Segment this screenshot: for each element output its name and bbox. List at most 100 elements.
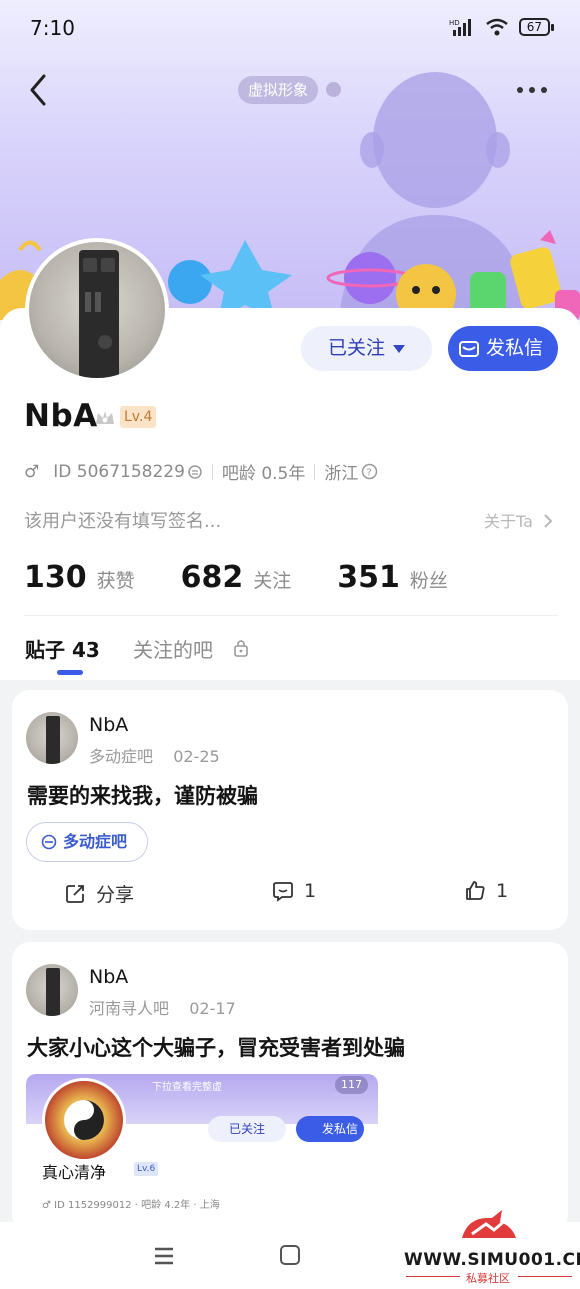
battery-indicator: 67 bbox=[518, 18, 555, 36]
author-name[interactable]: NbA bbox=[89, 966, 128, 988]
author-avatar[interactable] bbox=[26, 712, 78, 764]
tab-posts-count: 43 bbox=[71, 638, 100, 662]
post-actions: 分享 1 1 bbox=[12, 880, 568, 910]
location: 浙江 bbox=[324, 464, 359, 484]
embedded-meta: ♂ ID 1152999012 · 吧龄 4.2年 · 上海 bbox=[42, 1200, 220, 1211]
author-name[interactable]: NbA bbox=[89, 714, 128, 736]
send-message-button[interactable]: 发私信 bbox=[448, 326, 558, 371]
chevron-down-icon bbox=[393, 344, 405, 353]
following-label[interactable]: 关注 bbox=[253, 566, 291, 593]
more-options-icon[interactable] bbox=[516, 85, 548, 95]
divider bbox=[314, 463, 316, 480]
embedded-message-button: 发私信 bbox=[296, 1116, 364, 1142]
post-date: 02-25 bbox=[173, 747, 220, 766]
post-card[interactable]: NbA 多动症吧 02-25 需要的来找我，谨防被骗 多动症吧 分享 1 1 bbox=[12, 690, 568, 930]
user-avatar[interactable] bbox=[25, 238, 169, 382]
embedded-level: Lv.6 bbox=[134, 1162, 159, 1176]
clock: 7:10 bbox=[30, 16, 75, 40]
help-icon[interactable]: ? bbox=[361, 463, 378, 480]
tab-posts[interactable]: 贴子 43 bbox=[25, 634, 100, 663]
tab-posts-label: 贴子 bbox=[25, 638, 65, 662]
account-age: 吧龄 0.5年 bbox=[221, 464, 306, 484]
thumbs-up-icon bbox=[466, 881, 485, 900]
avatar-device-image bbox=[46, 968, 60, 1016]
avatar-device-image bbox=[46, 716, 60, 764]
status-icons: HD 67 bbox=[449, 18, 555, 36]
male-gender-icon: ♂ bbox=[24, 461, 40, 482]
forum-tag[interactable]: 多动症吧 bbox=[26, 822, 149, 862]
share-label: 分享 bbox=[96, 884, 135, 906]
followed-button[interactable]: 已关注 bbox=[301, 326, 432, 371]
yin-yang-icon bbox=[64, 1100, 104, 1140]
home-icon[interactable] bbox=[280, 1245, 300, 1265]
copy-icon[interactable] bbox=[187, 464, 203, 480]
embedded-age: 吧龄 4.2年 bbox=[141, 1200, 191, 1211]
like-count: 1 bbox=[496, 880, 509, 902]
comment-button[interactable]: 1 bbox=[272, 880, 316, 902]
post-title[interactable]: 大家小心这个大骗子，冒充受害者到处骗 bbox=[27, 1032, 405, 1062]
embedded-gender: ♂ bbox=[42, 1200, 51, 1211]
active-tab-indicator bbox=[57, 670, 83, 675]
watermark-logo bbox=[462, 1210, 516, 1238]
fans-label[interactable]: 粉丝 bbox=[410, 566, 448, 593]
envelope-icon bbox=[459, 341, 479, 357]
fans-count[interactable]: 351 bbox=[337, 560, 400, 595]
watermark-line bbox=[518, 1276, 572, 1277]
about-label: 关于Ta bbox=[483, 512, 533, 531]
tag-dot bbox=[326, 82, 341, 97]
post-meta: 河南寻人吧 02-17 bbox=[89, 995, 236, 1019]
username: NbA bbox=[24, 398, 98, 434]
share-icon bbox=[66, 884, 84, 903]
like-button[interactable]: 1 bbox=[464, 880, 508, 902]
level-badge: Lv.4 bbox=[120, 406, 157, 428]
tab-followed-bars[interactable]: 关注的吧 bbox=[133, 634, 213, 663]
embedded-location: 上海 bbox=[199, 1200, 220, 1211]
cellular-signal-icon: HD bbox=[449, 19, 471, 36]
comment-count: 1 bbox=[304, 880, 317, 902]
share-button[interactable]: 分享 bbox=[64, 880, 134, 907]
embedded-count: 117 bbox=[335, 1076, 368, 1094]
watermark-line bbox=[406, 1276, 460, 1277]
stats-row: 130 获赞 682 关注 351 粉丝 bbox=[24, 560, 448, 595]
user-id: ID 5067158229 bbox=[53, 461, 185, 482]
user-meta-row: ♂ ID 5067158229 吧龄 0.5年 浙江 ? bbox=[24, 459, 378, 484]
embedded-avatar bbox=[42, 1078, 126, 1162]
comment-icon bbox=[273, 882, 293, 902]
likes-label: 获赞 bbox=[96, 570, 135, 592]
signature: 该用户还没有填写签名... bbox=[24, 511, 222, 532]
post-title[interactable]: 需要的来找我，谨防被骗 bbox=[27, 780, 258, 810]
status-bar: 7:10 HD 67 bbox=[0, 0, 580, 58]
embedded-follow-button: 已关注 bbox=[208, 1116, 286, 1142]
avatar-device-image bbox=[79, 250, 119, 378]
watermark-label: 私募社区 bbox=[466, 1272, 510, 1285]
forum-icon bbox=[41, 834, 57, 850]
svg-text:HD: HD bbox=[449, 19, 460, 27]
forum-name[interactable]: 河南寻人吧 bbox=[89, 999, 169, 1018]
following-count[interactable]: 682 bbox=[181, 560, 244, 595]
embedded-hint: 下拉查看完整虚 bbox=[152, 1082, 222, 1093]
embedded-name: 真心清净 bbox=[42, 1163, 107, 1182]
likes-count: 130 bbox=[24, 560, 87, 595]
post-image[interactable]: 下拉查看完整虚 117 已关注 发私信 真心清净 Lv.6 ♂ ID 11529… bbox=[26, 1074, 378, 1232]
post-card[interactable]: NbA 河南寻人吧 02-17 大家小心这个大骗子，冒充受害者到处骗 下拉查看完… bbox=[12, 942, 568, 1232]
embedded-id: ID 1152999012 bbox=[54, 1200, 132, 1211]
watermark-site: WWW.SIMU001.CN bbox=[404, 1250, 580, 1270]
followed-label: 已关注 bbox=[327, 337, 385, 359]
divider bbox=[24, 615, 558, 616]
about-link[interactable]: 关于Ta bbox=[484, 508, 554, 532]
svg-text:?: ? bbox=[367, 468, 372, 479]
send-message-label: 发私信 bbox=[486, 337, 544, 359]
virtual-avatar-tag[interactable]: 虚拟形象 bbox=[238, 76, 319, 104]
post-date: 02-17 bbox=[189, 999, 236, 1018]
post-meta: 多动症吧 02-25 bbox=[89, 743, 220, 767]
lock-icon bbox=[234, 640, 248, 657]
wifi-icon bbox=[485, 18, 508, 36]
chevron-right-icon bbox=[544, 514, 553, 528]
back-arrow-icon[interactable] bbox=[24, 70, 56, 110]
author-avatar[interactable] bbox=[26, 964, 78, 1016]
forum-name[interactable]: 多动症吧 bbox=[89, 747, 153, 766]
crown-icon bbox=[96, 411, 114, 424]
divider bbox=[211, 463, 213, 480]
recent-apps-icon[interactable] bbox=[153, 1246, 175, 1266]
forum-tag-label: 多动症吧 bbox=[63, 832, 128, 851]
